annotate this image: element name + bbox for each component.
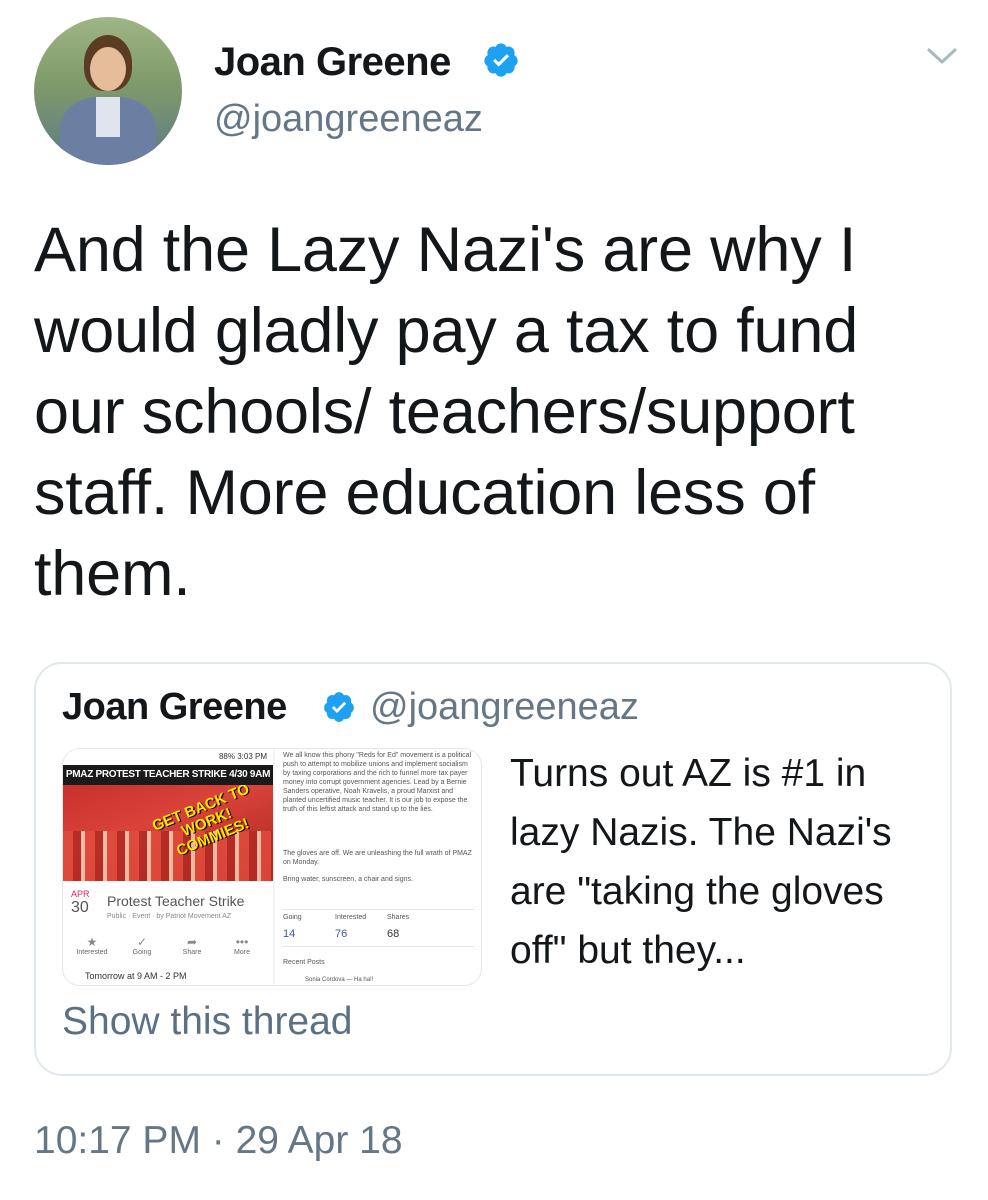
check-icon: ✓ xyxy=(136,935,148,949)
quoted-tweet-card[interactable]: Joan Greene @joangreeneaz 88% 3:03 PM PM… xyxy=(34,662,952,1076)
screenshot-event-panel: 88% 3:03 PM PMAZ PROTEST TEACHER STRIKE … xyxy=(63,749,273,985)
event-stats: Going 14 Interested 76 Shares 68 xyxy=(283,909,475,947)
star-icon: ★ xyxy=(86,935,98,949)
avatar-shirt xyxy=(96,97,120,137)
event-banner: PMAZ PROTEST TEACHER STRIKE 4/30 9AM xyxy=(63,765,273,785)
protest-photo: GET BACK TO WORK! COMMIES! xyxy=(63,785,273,881)
quoted-author-name: Joan Greene xyxy=(62,686,287,728)
event-description: The gloves are off. We are unleashing th… xyxy=(283,850,472,866)
event-description: We all know this phony "Reds for Ed" mov… xyxy=(283,752,472,813)
event-action-interested: ★ Interested xyxy=(67,935,117,956)
verified-badge-icon xyxy=(484,43,518,77)
screenshot-details-panel: We all know this phony "Reds for Ed" mov… xyxy=(275,749,481,985)
avatar[interactable] xyxy=(34,17,182,165)
author-display-name[interactable]: Joan Greene xyxy=(214,40,451,85)
recent-post-commenter: Sonia Cordova — Ha ha!! xyxy=(305,977,374,983)
stat-value: 14 xyxy=(283,928,296,940)
stat-value: 76 xyxy=(335,928,348,940)
recent-posts-label: Recent Posts xyxy=(283,959,325,966)
quoted-tweet-text: Turns out AZ is #1 in lazy Nazis. The Na… xyxy=(510,752,892,972)
stat-label: Shares xyxy=(387,914,410,921)
action-label: Going xyxy=(132,949,152,956)
action-label: Interested xyxy=(76,949,108,956)
event-description: Bring water, sunscreen, a chair and sign… xyxy=(283,876,413,883)
show-thread-link[interactable]: Show this thread xyxy=(62,1000,353,1044)
event-month: APR xyxy=(71,889,90,899)
event-actions: ★ Interested ✓ Going ➦ Share ••• More xyxy=(63,935,273,963)
event-subtitle: Public · Event · by Patriot Movement AZ xyxy=(107,913,232,920)
event-day: 30 xyxy=(71,899,89,916)
stat-label: Interested xyxy=(335,914,367,921)
event-action-more: ••• More xyxy=(217,935,267,956)
author-handle[interactable]: @joangreeneaz xyxy=(214,98,483,141)
action-label: Share xyxy=(182,949,202,956)
event-time: Tomorrow at 9 AM - 2 PM xyxy=(85,971,187,981)
more-icon: ••• xyxy=(235,935,249,949)
share-icon: ➦ xyxy=(186,935,198,949)
event-action-going: ✓ Going xyxy=(117,935,167,956)
stat-value: 68 xyxy=(387,928,400,940)
stat-label: Going xyxy=(283,914,302,921)
quoted-media-image[interactable]: 88% 3:03 PM PMAZ PROTEST TEACHER STRIKE … xyxy=(62,748,482,986)
verified-badge-icon xyxy=(324,692,354,722)
chevron-down-icon[interactable] xyxy=(926,46,958,66)
tweet-text: And the Lazy Nazi's are why I would glad… xyxy=(34,215,859,609)
quoted-author-handle: @joangreeneaz xyxy=(370,686,639,728)
event-action-share: ➦ Share xyxy=(167,935,217,956)
phone-status-bar: 88% 3:03 PM xyxy=(63,749,273,765)
event-title: Protest Teacher Strike xyxy=(107,893,245,909)
tweet-timestamp[interactable]: 10:17 PM · 29 Apr 18 xyxy=(34,1119,403,1163)
avatar-face xyxy=(90,47,126,91)
action-label: More xyxy=(234,949,250,956)
